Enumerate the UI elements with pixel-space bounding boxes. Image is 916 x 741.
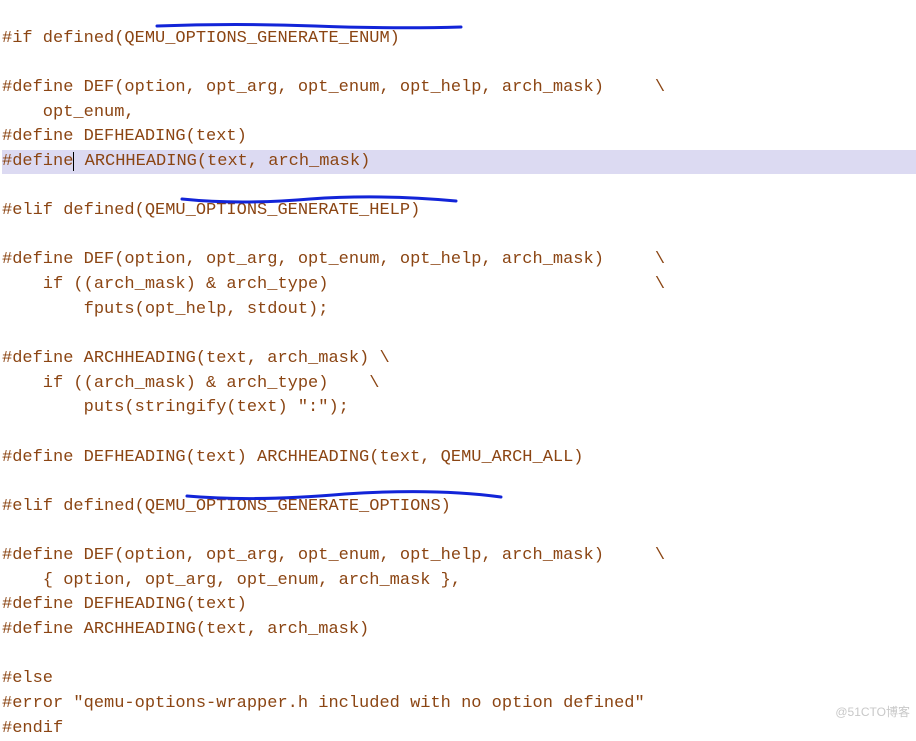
code-text: ARCHHEADING(text, arch_mask) — [74, 152, 370, 171]
code-line: #define DEF(option, opt_arg, opt_enum, o… — [2, 78, 665, 97]
code-line: opt_enum, — [2, 103, 135, 122]
code-line: #define DEF(option, opt_arg, opt_enum, o… — [2, 546, 665, 565]
directive: #define — [2, 152, 74, 171]
code-line: if ((arch_mask) & arch_type) \ — [2, 374, 379, 393]
code-line: #define DEFHEADING(text) ARCHHEADING(tex… — [2, 448, 584, 467]
code-text: defined(QEMU_OPTIONS_GENERATE_ENUM) — [33, 29, 400, 48]
code-line: #elif defined(QEMU_OPTIONS_GENERATE_OPTI… — [2, 497, 451, 516]
watermark: @51CTO博客 — [835, 704, 910, 721]
code-line: #define DEF(option, opt_arg, opt_enum, o… — [2, 250, 665, 269]
code-block: #if defined(QEMU_OPTIONS_GENERATE_ENUM) … — [0, 0, 916, 741]
code-line: #define ARCHHEADING(text, arch_mask) — [2, 620, 369, 639]
code-line: #define ARCHHEADING(text, arch_mask) \ — [2, 349, 390, 368]
code-line: #endif — [2, 719, 63, 738]
code-line: #error "qemu-options-wrapper.h included … — [2, 694, 645, 713]
code-line: #else — [2, 669, 53, 688]
directive: #if — [2, 29, 33, 48]
highlighted-line: #define ARCHHEADING(text, arch_mask) — [2, 150, 916, 175]
code-line: #define DEFHEADING(text) — [2, 127, 247, 146]
code-line: #elif defined(QEMU_OPTIONS_GENERATE_HELP… — [2, 201, 420, 220]
code-line: #if defined(QEMU_OPTIONS_GENERATE_ENUM) — [2, 29, 400, 48]
code-line: { option, opt_arg, opt_enum, arch_mask }… — [2, 571, 461, 590]
code-line: puts(stringify(text) ":"); — [2, 398, 349, 417]
code-line: if ((arch_mask) & arch_type) \ — [2, 275, 665, 294]
code-line: #define DEFHEADING(text) — [2, 595, 247, 614]
code-line: fputs(opt_help, stdout); — [2, 300, 328, 319]
